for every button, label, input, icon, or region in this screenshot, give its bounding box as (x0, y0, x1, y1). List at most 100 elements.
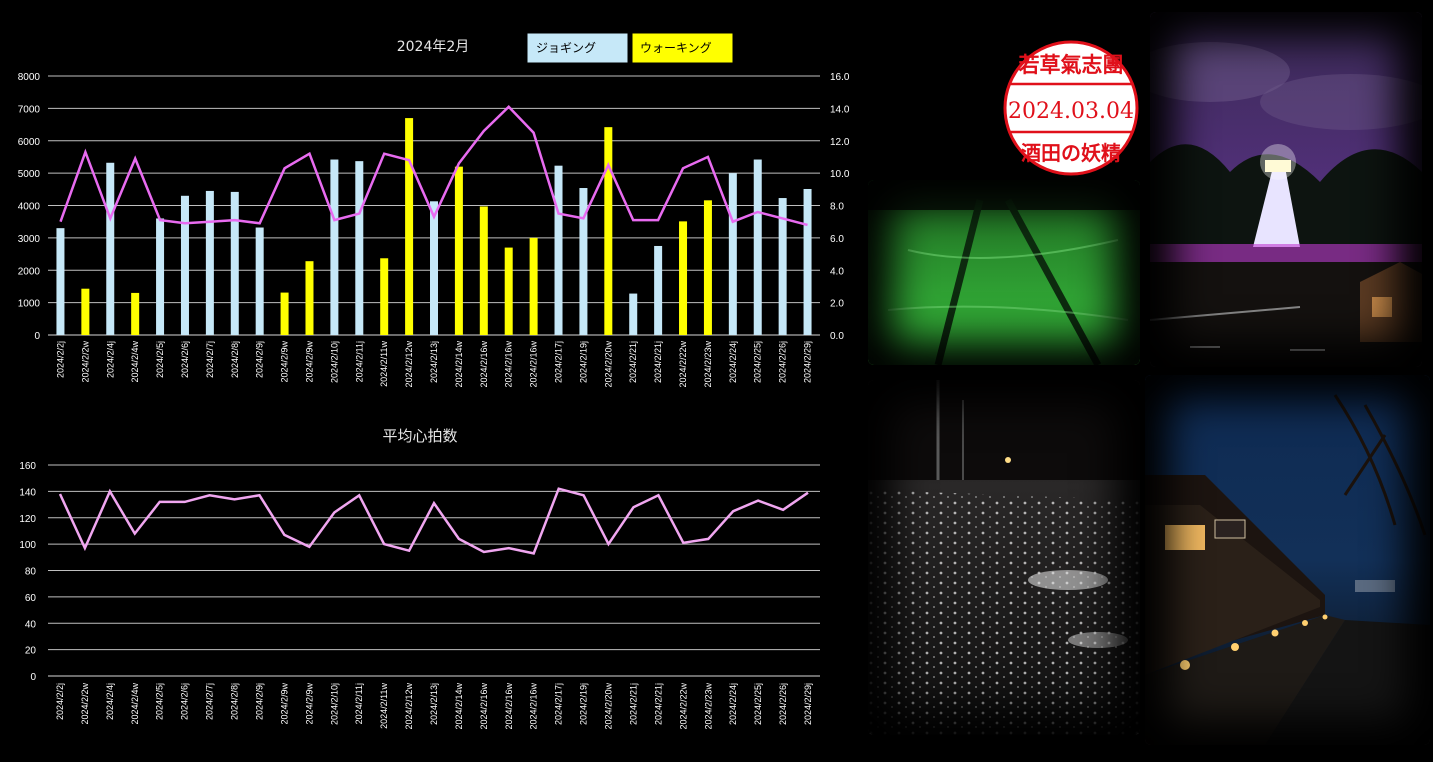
y-tick-label: 7000 (18, 104, 41, 115)
exercise-left-axis: 0 1000 2000 3000 4000 5000 6000 7000 8000 (18, 72, 41, 342)
x-tick-label: 2024/2/16w (529, 341, 539, 388)
bar (803, 188, 812, 335)
x-tick-label: 2024/2/21j (653, 683, 663, 725)
x-tick-label: 2024/2/9w (279, 683, 289, 725)
bar (703, 200, 712, 335)
x-tick-label: 2024/2/11w (379, 341, 389, 387)
bar (629, 293, 638, 335)
y-tick-label: 160 (19, 461, 36, 472)
x-tick-label: 2024/2/6j (180, 683, 190, 720)
y2-tick-label: 16.0 (830, 72, 850, 83)
legend-jogging-label: ジョギング (536, 41, 596, 55)
x-tick-label: 2024/2/6j (180, 341, 190, 378)
x-tick-label: 2024/2/12w (404, 341, 414, 388)
x-tick-label: 2024/2/20w (603, 341, 613, 388)
bar (654, 245, 663, 335)
x-tick-label: 2024/2/9w (304, 341, 314, 383)
y-tick-label: 20 (25, 646, 37, 657)
x-tick-label: 2024/2/11w (379, 683, 389, 729)
bar (554, 165, 563, 335)
x-tick-label: 2024/2/5j (155, 683, 165, 720)
bar (81, 288, 90, 335)
bar (679, 221, 688, 335)
bar (479, 206, 488, 335)
legend-walking-label: ウォーキング (640, 41, 712, 55)
x-tick-label: 2024/2/24j (728, 341, 738, 383)
x-tick-label: 2024/2/2w (80, 341, 90, 383)
photo-wet-road (868, 380, 1140, 735)
photo-green-rail-track (868, 180, 1140, 365)
x-tick-label: 2024/2/24j (728, 683, 738, 725)
legend: ジョギング ウォーキング (526, 32, 734, 64)
bar (454, 166, 463, 335)
exercise-chart-title: 2024年2月 (397, 39, 470, 55)
x-tick-label: 2024/2/16w (479, 341, 489, 388)
bar (753, 159, 762, 335)
heart-rate-chart: 平均心拍数 020406080100120140160 2024/2/2j 202… (19, 427, 820, 730)
x-tick-label: 2024/2/11j (354, 683, 364, 724)
x-tick-label: 2024/2/13j (429, 341, 439, 383)
y-tick-label: 4000 (18, 202, 41, 213)
y-tick-label: 140 (19, 487, 36, 498)
y2-tick-label: 12.0 (830, 137, 850, 148)
bar (255, 227, 264, 335)
heart-rate-chart-title: 平均心拍数 (382, 427, 457, 445)
y2-tick-label: 14.0 (830, 104, 850, 115)
x-tick-label: 2024/2/17j (554, 341, 564, 383)
x-tick-label: 2024/2/23w (703, 341, 713, 388)
y-tick-label: 3000 (18, 234, 41, 245)
x-tick-label: 2024/2/25j (753, 683, 763, 725)
exercise-x-axis: 2024/2/2j 2024/2/2w 2024/2/4j 2024/2/4w 2024… (55, 341, 812, 388)
x-tick-label: 2024/2/4j (105, 683, 115, 720)
bar (305, 261, 314, 335)
x-tick-label: 2024/2/9j (254, 683, 264, 720)
bar (180, 195, 189, 335)
x-tick-label: 2024/2/10j (329, 341, 339, 383)
x-tick-label: 2024/2/9j (255, 341, 265, 378)
exercise-right-axis: 0.0 2.0 4.0 6.0 8.0 10.0 12.0 14.0 16.0 (830, 72, 850, 342)
x-tick-label: 2024/2/4w (130, 683, 140, 725)
y-tick-label: 2000 (18, 266, 41, 277)
exercise-chart: 2024年2月 ジョギング ウォーキング 0 1000 2000 3000 4000 50… (18, 32, 850, 388)
x-tick-label: 2024/2/23w (703, 683, 713, 730)
y2-tick-label: 2.0 (830, 299, 844, 310)
x-tick-label: 2024/2/16w (504, 683, 514, 730)
x-tick-label: 2024/2/22w (678, 341, 688, 388)
bar (280, 292, 289, 335)
y2-tick-label: 0.0 (830, 331, 844, 342)
x-tick-label: 2024/2/13j (429, 683, 439, 725)
y2-tick-label: 4.0 (830, 266, 844, 277)
stamp-bottom-text: 酒田の妖精 (1021, 141, 1121, 165)
bar (156, 218, 165, 335)
x-tick-label: 2024/2/20w (604, 683, 614, 730)
y2-tick-label: 8.0 (830, 202, 844, 213)
y-tick-label: 40 (25, 619, 37, 630)
x-tick-label: 2024/2/22w (678, 683, 688, 730)
x-tick-label: 2024/2/2w (80, 683, 90, 725)
bar (380, 258, 389, 335)
bar (604, 127, 613, 335)
x-tick-label: 2024/2/26j (778, 341, 788, 383)
x-tick-label: 2024/2/19j (578, 341, 588, 383)
heart-rate-x-axis: 2024/2/2j 2024/2/2w 2024/2/4j 2024/2/4w 2024… (55, 683, 813, 730)
heart-rate-gridlines (48, 464, 820, 677)
y-tick-label: 5000 (18, 169, 41, 180)
x-tick-label: 2024/2/21j (653, 341, 663, 383)
bar (330, 159, 339, 335)
x-tick-label: 2024/2/4w (130, 341, 140, 383)
y2-tick-label: 6.0 (830, 234, 844, 245)
x-tick-label: 2024/2/12w (404, 683, 414, 730)
x-tick-label: 2024/2/21j (628, 341, 638, 383)
bar (205, 190, 214, 335)
bar (430, 201, 438, 335)
bar (106, 162, 115, 335)
x-tick-label: 2024/2/4j (105, 341, 115, 378)
x-tick-label: 2024/2/11j (354, 341, 364, 382)
x-tick-label: 2024/2/7j (205, 341, 215, 378)
x-tick-label: 2024/2/16w (529, 683, 539, 730)
x-tick-label: 2024/2/2j (55, 683, 65, 720)
x-tick-label: 2024/2/19j (579, 683, 589, 725)
x-tick-label: 2024/2/2j (55, 341, 65, 378)
x-tick-label: 2024/2/5j (155, 341, 165, 378)
bar (504, 247, 513, 335)
